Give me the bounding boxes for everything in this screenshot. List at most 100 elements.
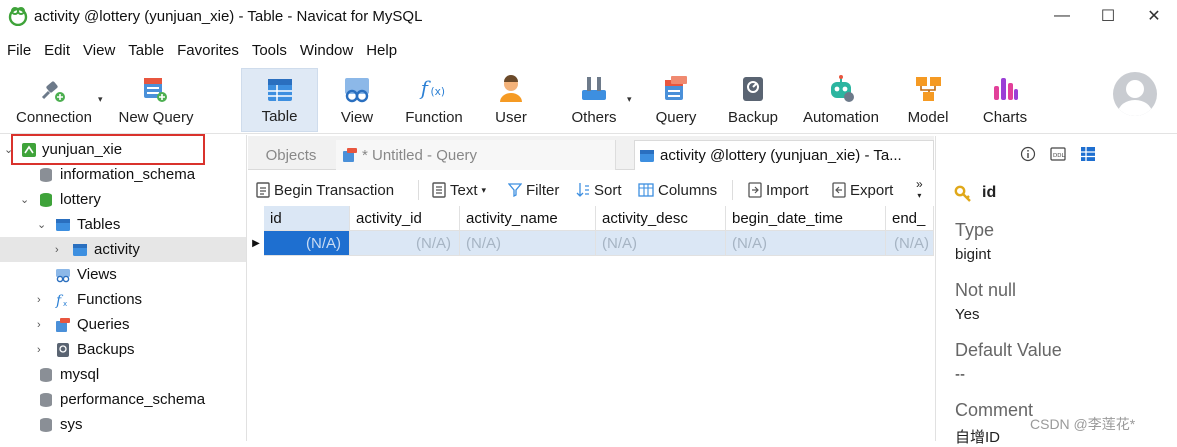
window-title: activity @lottery (yunjuan_xie) - Table …	[34, 7, 423, 25]
menu-view[interactable]: View	[76, 42, 121, 59]
transaction-icon	[256, 182, 270, 198]
automation-button[interactable]: Automation	[795, 68, 887, 132]
filter-button[interactable]: Filter	[508, 182, 559, 199]
cell-id[interactable]: (N/A)	[264, 231, 350, 256]
import-button[interactable]: Import	[748, 182, 809, 199]
key-icon	[954, 185, 971, 202]
view-button[interactable]: View	[327, 68, 387, 132]
expand-arrow-icon[interactable]: ›	[55, 244, 59, 256]
tree-db-performance-schema[interactable]: performance_schema	[0, 387, 246, 412]
tree-tables[interactable]: ⌄ Tables	[0, 212, 246, 237]
text-icon	[432, 182, 446, 198]
tree-queries[interactable]: › Queries	[0, 312, 246, 337]
menu-tools[interactable]: Tools	[245, 42, 293, 59]
tab-objects[interactable]: Objects	[248, 140, 334, 170]
expand-arrow-icon[interactable]: ›	[37, 344, 41, 356]
menu-table[interactable]: Table	[121, 42, 170, 59]
tab-bar: Objects * Untitled - Query activity @lot…	[248, 136, 934, 170]
menu-edit[interactable]: Edit	[37, 42, 76, 59]
expand-arrow-icon[interactable]: ›	[37, 319, 41, 331]
connection-highlight-box	[11, 134, 205, 165]
tab-activity-table[interactable]: activity @lottery (yunjuan_xie) - Ta...	[634, 140, 934, 170]
tree-db-information-schema[interactable]: information_schema	[0, 162, 246, 187]
connection-button[interactable]: Connection	[8, 68, 100, 132]
tools-icon	[579, 74, 609, 104]
table-button[interactable]: Table	[241, 68, 318, 132]
tables-icon	[56, 218, 70, 231]
tree-db-mysql[interactable]: mysql	[0, 362, 246, 387]
menu-favorites[interactable]: Favorites	[170, 42, 245, 59]
function-button[interactable]: f (x) Function	[398, 68, 470, 132]
cell-end[interactable]: (N/A)	[886, 231, 934, 256]
collapse-arrow-icon[interactable]: ⌄	[37, 218, 46, 231]
menu-help[interactable]: Help	[359, 42, 403, 59]
cell-activity-id[interactable]: (N/A)	[350, 231, 460, 256]
filter-icon	[508, 183, 522, 197]
menu-window[interactable]: Window	[293, 42, 359, 59]
tab-untitled-query[interactable]: * Untitled - Query	[336, 140, 616, 170]
not-null-value: Yes	[955, 306, 980, 323]
model-button[interactable]: Model	[899, 68, 957, 132]
comment-value: 自增ID	[955, 429, 1001, 446]
tree-db-sys[interactable]: sys	[0, 412, 246, 437]
table-icon	[73, 243, 87, 256]
svg-text:x: x	[63, 300, 67, 308]
tree-backups[interactable]: › Backups	[0, 337, 246, 362]
minimize-button[interactable]: —	[1039, 0, 1085, 32]
text-dropdown-icon[interactable]: ▾	[482, 185, 487, 196]
user-button[interactable]: User	[482, 68, 540, 132]
column-header-activity-name[interactable]: activity_name	[460, 206, 596, 231]
columns-button[interactable]: Columns	[638, 182, 717, 199]
not-null-label: Not null	[955, 280, 1017, 300]
column-header-activity-desc[interactable]: activity_desc	[596, 206, 726, 231]
column-header-end[interactable]: end_	[886, 206, 934, 231]
maximize-button[interactable]: ☐	[1085, 0, 1131, 32]
import-icon	[748, 182, 762, 198]
collapse-arrow-icon[interactable]: ⌄	[20, 193, 29, 206]
current-row-marker-icon: ▶	[252, 238, 260, 249]
sort-button[interactable]: Sort	[576, 182, 622, 199]
default-value: --	[955, 366, 965, 383]
others-button[interactable]: Others	[563, 68, 625, 132]
query-icon	[343, 148, 357, 162]
menu-file[interactable]: File	[0, 42, 37, 59]
svg-text:DDL: DDL	[1053, 153, 1065, 159]
navigation-tree: ⌄ yunjuan_xie information_schema ⌄ lotte…	[0, 135, 247, 441]
tree-db-lottery[interactable]: ⌄ lottery	[0, 187, 246, 212]
primary-key-field: id	[954, 184, 996, 202]
user-icon	[496, 74, 526, 104]
backup-button[interactable]: Backup	[722, 68, 784, 132]
info-icon[interactable]	[1020, 146, 1036, 162]
column-header-id[interactable]: id	[264, 206, 350, 231]
tree-table-activity[interactable]: › activity	[0, 237, 246, 262]
database-icon	[40, 167, 52, 182]
column-header-activity-id[interactable]: activity_id	[350, 206, 460, 231]
text-button[interactable]: Text ▾	[432, 182, 486, 199]
table-layout-icon[interactable]	[1080, 146, 1096, 162]
tree-functions[interactable]: › fx Functions	[0, 287, 246, 312]
export-button[interactable]: Export	[832, 182, 893, 199]
begin-transaction-button[interactable]: Begin Transaction	[256, 182, 394, 199]
others-dropdown-icon[interactable]: ▾	[627, 94, 632, 105]
cell-activity-desc[interactable]: (N/A)	[596, 231, 726, 256]
cell-begin-date-time[interactable]: (N/A)	[726, 231, 886, 256]
database-icon	[40, 192, 52, 207]
database-icon	[40, 417, 52, 432]
more-tools-button[interactable]: » ▾	[916, 178, 923, 200]
field-details-panel: DDL id Type bigint Not null Yes Default …	[935, 136, 1177, 446]
close-button[interactable]: ✕	[1131, 0, 1177, 32]
connection-dropdown-icon[interactable]: ▾	[98, 94, 103, 105]
tree-views[interactable]: Views	[0, 262, 246, 287]
new-query-button[interactable]: New Query	[110, 68, 202, 132]
ddl-icon[interactable]: DDL	[1050, 146, 1066, 162]
charts-button[interactable]: Charts	[975, 68, 1035, 132]
main-toolbar: Connection ▾ New Query Table View f (x) F…	[0, 64, 1177, 134]
navicat-logo-icon	[8, 7, 28, 26]
backup-icon	[57, 342, 69, 357]
user-avatar[interactable]	[1113, 72, 1157, 116]
cell-activity-name[interactable]: (N/A)	[460, 231, 596, 256]
query-button[interactable]: Query	[646, 68, 706, 132]
column-header-begin-date-time[interactable]: begin_date_time	[726, 206, 886, 231]
table-toolbar: Begin Transaction Text ▾ Filter Sort Col…	[248, 174, 934, 206]
expand-arrow-icon[interactable]: ›	[37, 294, 41, 306]
